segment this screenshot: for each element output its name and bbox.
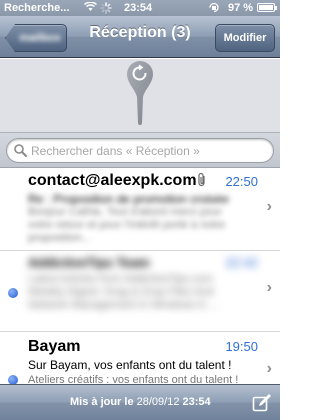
message-time: 22:50 (225, 174, 258, 189)
wifi-icon (84, 1, 97, 15)
chevron-right-icon: › (266, 360, 272, 377)
search-input[interactable] (31, 142, 267, 160)
carrier-label: Recherche... (4, 2, 70, 14)
unread-dot-icon (8, 288, 18, 298)
navigation-bar: mailbox Réception (3) Modifier (0, 16, 280, 58)
clock: 23:54 (124, 2, 153, 14)
orientation-lock-icon (207, 2, 221, 16)
message-list: contact@aleexpk.com 22:50 Re : Propositi… (0, 168, 280, 392)
message-subject: Sur Bayam, vos enfants ont du talent ! (28, 358, 232, 372)
message-time: 19:50 (225, 339, 258, 354)
update-status: Mis à jour le 28/09/12 23:54 (70, 396, 211, 408)
message-row[interactable]: Bayam 19:50 Sur Bayam, vos enfants ont d… (0, 332, 280, 392)
compose-icon[interactable] (252, 393, 272, 416)
bottom-toolbar: Mis à jour le 28/09/12 23:54 (0, 384, 280, 420)
search-field[interactable] (6, 138, 274, 163)
edit-button[interactable]: Modifier (215, 24, 275, 52)
update-status-label: Mis à jour le (70, 396, 134, 408)
search-bar (0, 132, 280, 168)
page-title: Réception (3) (89, 24, 191, 41)
pull-refresh-icon (125, 61, 155, 136)
message-sender: Bayam (28, 338, 81, 355)
status-bar: Recherche... 23:54 97 % (0, 0, 280, 16)
pull-to-refresh-area[interactable] (0, 59, 280, 132)
battery-icon (257, 3, 277, 12)
message-sender: contact@aleexpk.com (28, 172, 197, 189)
paperclip-icon (196, 172, 208, 193)
message-row[interactable]: AddictiveTips Team 22:42 Latest Articles… (0, 251, 280, 332)
message-time: 22:42 (225, 255, 258, 270)
battery-percent: 97 % (228, 2, 254, 14)
update-status-time: 23:54 (182, 396, 211, 408)
message-preview: Latest Articles from AddictiveTips.com W… (28, 273, 217, 311)
message-row[interactable]: contact@aleexpk.com 22:50 Re : Propositi… (0, 168, 280, 251)
chevron-right-icon: › (266, 198, 272, 215)
message-subject: Re : Proposition de promotion croisée (28, 192, 229, 206)
search-icon (14, 144, 27, 162)
back-button[interactable]: mailbox (5, 24, 67, 52)
activity-spinner-icon (100, 2, 112, 17)
back-button-label: mailbox (19, 32, 61, 44)
chevron-right-icon: › (266, 279, 272, 296)
message-sender: AddictiveTips Team (28, 255, 150, 270)
message-preview: Bonjour Cathie, Tout d'abord merci pour … (28, 206, 226, 244)
update-status-date: 28/09/12 (136, 396, 180, 408)
